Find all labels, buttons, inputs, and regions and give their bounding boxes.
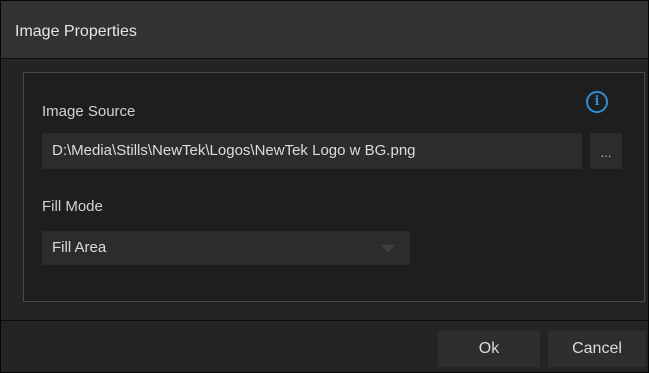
dialog-title: Image Properties bbox=[15, 23, 137, 40]
fill-mode-label: Fill Mode bbox=[42, 198, 103, 215]
image-source-field[interactable]: D:\Media\Stills\NewTek\Logos\NewTek Logo… bbox=[42, 133, 582, 169]
dialog-titlebar[interactable]: Image Properties bbox=[1, 1, 648, 59]
cancel-button[interactable]: Cancel bbox=[548, 331, 646, 367]
properties-panel: i Image Source D:\Media\Stills\NewTek\Lo… bbox=[23, 72, 645, 302]
fill-mode-select[interactable]: Fill Area bbox=[42, 231, 410, 265]
footer-divider bbox=[1, 320, 648, 321]
fill-mode-value: Fill Area bbox=[52, 239, 107, 256]
image-properties-dialog: Image Properties i Image Source D:\Media… bbox=[0, 0, 649, 373]
image-source-label: Image Source bbox=[42, 103, 136, 120]
browse-button[interactable]: ... bbox=[590, 133, 622, 169]
chevron-down-icon bbox=[380, 245, 396, 252]
ok-button[interactable]: Ok bbox=[438, 331, 540, 367]
info-icon[interactable]: i bbox=[586, 91, 608, 113]
